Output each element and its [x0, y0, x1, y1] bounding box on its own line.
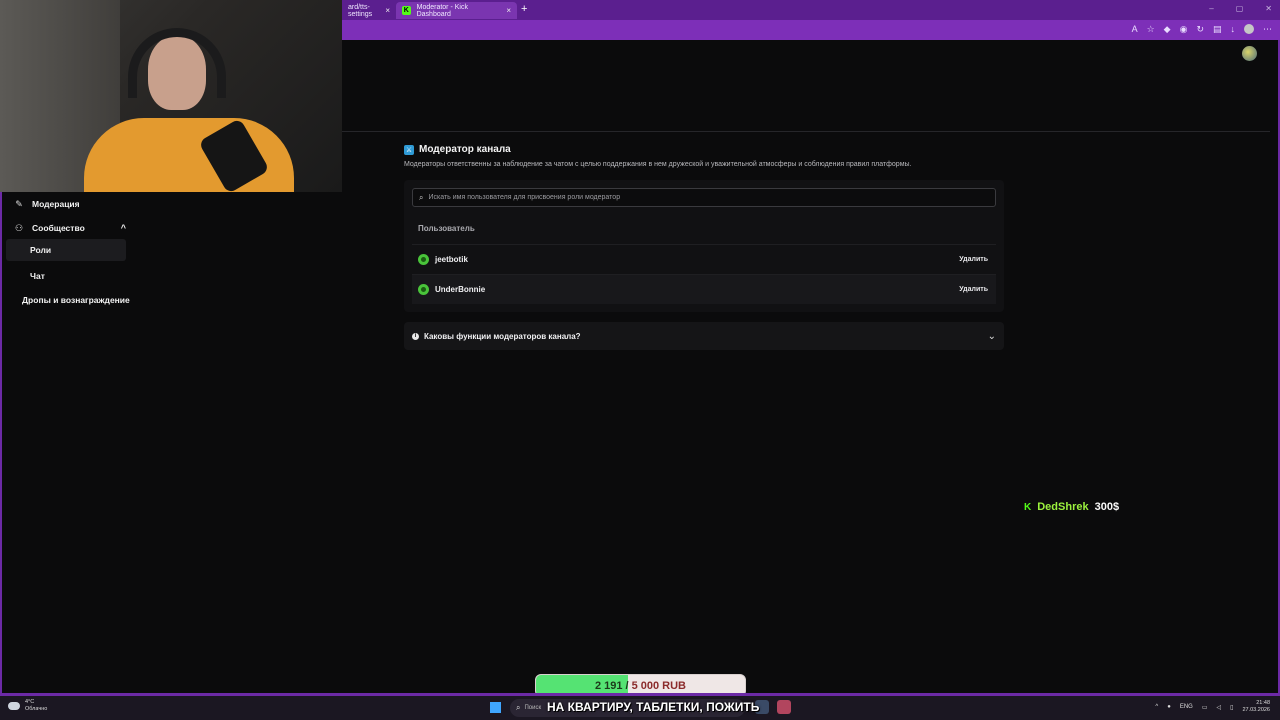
kick-logo-icon: K [402, 6, 411, 15]
collections-icon[interactable]: ▤ [1213, 24, 1222, 35]
header-divider [342, 131, 1270, 132]
minimize-button[interactable]: – [1209, 4, 1213, 13]
sidebar-item-community[interactable]: ⚇ Сообщество ^ [14, 221, 126, 235]
page-title: ⚔ Модератор канала [404, 144, 511, 155]
chevron-down-icon: ⌄ [987, 330, 996, 342]
column-header-user: Пользователь [418, 224, 475, 233]
donor-name: DedShrek [1037, 501, 1089, 513]
weather-desc: Облачно [25, 706, 48, 712]
sidebar-item-drops[interactable]: Дропы и вознаграждение [22, 293, 130, 307]
system-tray: ^ ● ENG ▭ ◁ ▯ 21:48 27.03.2026 [1155, 700, 1270, 714]
maximize-button[interactable]: ▢ [1236, 4, 1244, 13]
clock-date: 27.03.2026 [1242, 707, 1270, 713]
sidebar-item-roles[interactable]: Роли [6, 239, 126, 261]
donation-alert: K DedShrek 300$ [1024, 501, 1119, 513]
profile-avatar[interactable] [1244, 24, 1254, 34]
tab-tts-settings[interactable]: ard/tts-settings × [342, 2, 396, 19]
language-indicator[interactable]: ENG [1180, 704, 1193, 710]
user-avatar-icon [418, 284, 429, 295]
sidebar-item-moderation[interactable]: ✎ Модерация [14, 197, 80, 211]
moderator-username[interactable]: jeetbotik [435, 255, 468, 264]
webcam-overlay [0, 0, 342, 192]
page-description: Модераторы ответственны за наблюдение за… [404, 161, 912, 168]
goal-separator: / [625, 679, 629, 692]
close-tab-icon[interactable]: × [385, 6, 390, 15]
search-field[interactable]: ⌕ [412, 188, 996, 207]
sidebar-item-label: Модерация [32, 199, 80, 209]
favorite-star-icon[interactable]: ☆ [1147, 24, 1155, 35]
sidebar: ✎ Модерация ⚇ Сообщество ^ Роли Чат Дроп… [2, 192, 342, 692]
sidebar-item-label: Сообщество [32, 223, 85, 233]
user-avatar[interactable] [1242, 46, 1257, 61]
battery-icon[interactable]: ▯ [1230, 704, 1233, 711]
tab-kick-dashboard[interactable]: K Moderator - Kick Dashboard × [396, 2, 517, 19]
window-controls: – ▢ ✕ [1209, 4, 1272, 13]
headphones [128, 28, 226, 98]
search-icon: ⌕ [516, 703, 521, 712]
volume-icon[interactable]: ◁ [1217, 704, 1222, 711]
new-tab-button[interactable]: + [521, 3, 527, 15]
more-menu-icon[interactable]: ⋯ [1263, 24, 1272, 35]
taskbar-search-placeholder: Поиск [524, 705, 542, 711]
remove-moderator-button[interactable]: Удалить [959, 286, 988, 293]
toolbar-icons: A ☆ ◆ ◉ ↻ ▤ ↓ ⋯ [1132, 24, 1272, 35]
windows-start-icon[interactable] [490, 702, 501, 713]
user-avatar-icon [418, 254, 429, 265]
copilot-icon[interactable]: ◉ [1180, 24, 1188, 35]
faq-question: Каковы функции модераторов канала? [424, 331, 581, 341]
download-icon[interactable]: ↓ [1231, 24, 1236, 35]
clock-time: 21:48 [1256, 700, 1270, 706]
table-row: jeetbotik Удалить [412, 244, 996, 274]
chevron-up-icon: ^ [120, 223, 126, 233]
clock[interactable]: 21:48 27.03.2026 [1242, 700, 1270, 714]
read-aloud-icon[interactable]: A [1132, 24, 1138, 35]
sidebar-item-label: Дропы и вознаграждение [22, 295, 130, 305]
cloud-icon [8, 702, 20, 710]
refresh-icon[interactable]: ↻ [1196, 24, 1204, 35]
weather-widget[interactable]: 4°C Облачно [8, 699, 47, 713]
sidebar-item-label: Чат [30, 271, 45, 281]
network-icon[interactable]: ▭ [1202, 704, 1208, 711]
weather-temp: 4°C [25, 699, 35, 705]
tab-label: Moderator - Kick Dashboard [416, 3, 468, 18]
tab-label: ard/tts-settings [348, 3, 373, 18]
taskbar-app-icon[interactable] [777, 700, 791, 714]
page-title-text: Модератор канала [419, 144, 511, 155]
community-icon: ⚇ [14, 222, 24, 233]
close-tab-icon[interactable]: × [506, 6, 511, 15]
sidebar-item-label: Роли [30, 245, 52, 255]
sword-icon: ⚔ [404, 144, 414, 155]
remove-moderator-button[interactable]: Удалить [959, 256, 988, 263]
goal-target: 5 000 RUB [631, 679, 686, 692]
search-input[interactable] [428, 194, 989, 201]
wrench-icon: ✎ [15, 198, 23, 209]
moderator-username[interactable]: UnderBonnie [435, 285, 485, 294]
faq-accordion[interactable]: i Каковы функции модераторов канала? ⌄ [404, 322, 1004, 350]
microphone-icon[interactable]: ● [1167, 704, 1171, 710]
stream-subtitle: НА КВАРТИРУ, ТАБЛЕТКИ, ПОЖИТЬ [547, 700, 760, 714]
webcam-person [84, 118, 294, 192]
kick-logo-icon: K [1024, 501, 1032, 513]
moderators-panel: ⌕ Пользователь jeetbotik Удалить UnderBo… [404, 180, 1004, 312]
close-window-button[interactable]: ✕ [1265, 4, 1272, 13]
goal-current: 2 191 [594, 679, 623, 692]
donation-amount: 300$ [1094, 501, 1120, 513]
sidebar-item-chat[interactable]: Чат [30, 269, 45, 283]
extension-icon[interactable]: ◆ [1164, 24, 1171, 35]
chevron-up-icon[interactable]: ^ [1155, 704, 1158, 710]
info-icon: i [412, 332, 419, 340]
search-icon: ⌕ [419, 192, 424, 202]
table-row: UnderBonnie Удалить [412, 274, 996, 304]
